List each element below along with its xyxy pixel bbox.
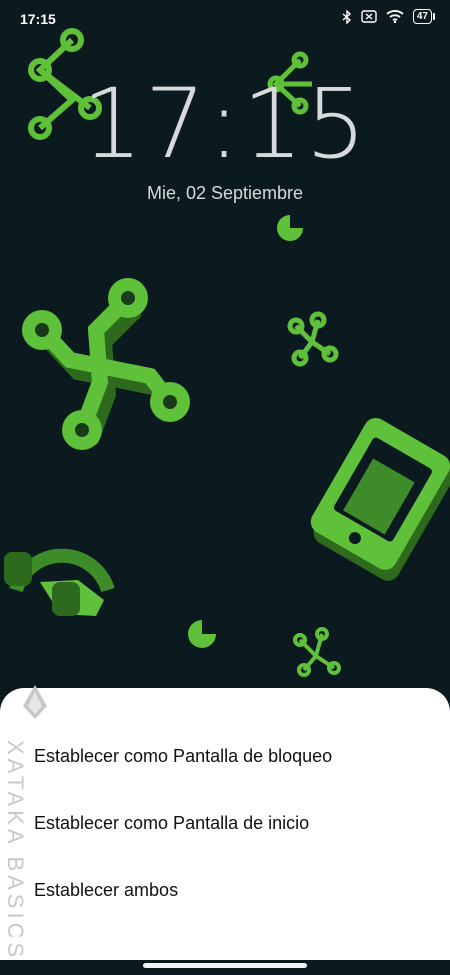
lock-screen-date: Mie, 02 Septiembre: [146, 183, 304, 203]
lock-screen-clock: 17:15: [81, 68, 369, 180]
home-indicator[interactable]: [143, 963, 307, 968]
phone-graphic-icon: [310, 418, 450, 581]
pacman-icon: [277, 215, 303, 241]
node-graphic-icon: [22, 278, 190, 450]
watermark-text: XATAKA BASICS: [3, 740, 28, 962]
set-home-screen-option[interactable]: Establecer como Pantalla de inicio: [34, 813, 309, 834]
status-time: 17:15: [20, 11, 56, 27]
status-icons: 47: [342, 9, 436, 24]
wallpaper-action-sheet: Establecer como Pantalla de bloqueo Esta…: [0, 688, 450, 960]
status-bar: 17:15 47: [0, 0, 450, 36]
battery-icon: 47: [412, 9, 436, 24]
node-graphic-icon: [287, 311, 339, 367]
set-lock-screen-option[interactable]: Establecer como Pantalla de bloqueo: [34, 746, 332, 767]
pacman-icon: [188, 620, 216, 648]
headphones-graphic-icon: [4, 548, 115, 616]
watermark-logo-icon: [23, 685, 47, 719]
close-box-icon: [361, 10, 377, 23]
node-graphic-icon: [293, 627, 341, 677]
wifi-icon: [386, 10, 404, 23]
bluetooth-icon: [342, 9, 351, 24]
set-both-option[interactable]: Establecer ambos: [34, 880, 178, 901]
